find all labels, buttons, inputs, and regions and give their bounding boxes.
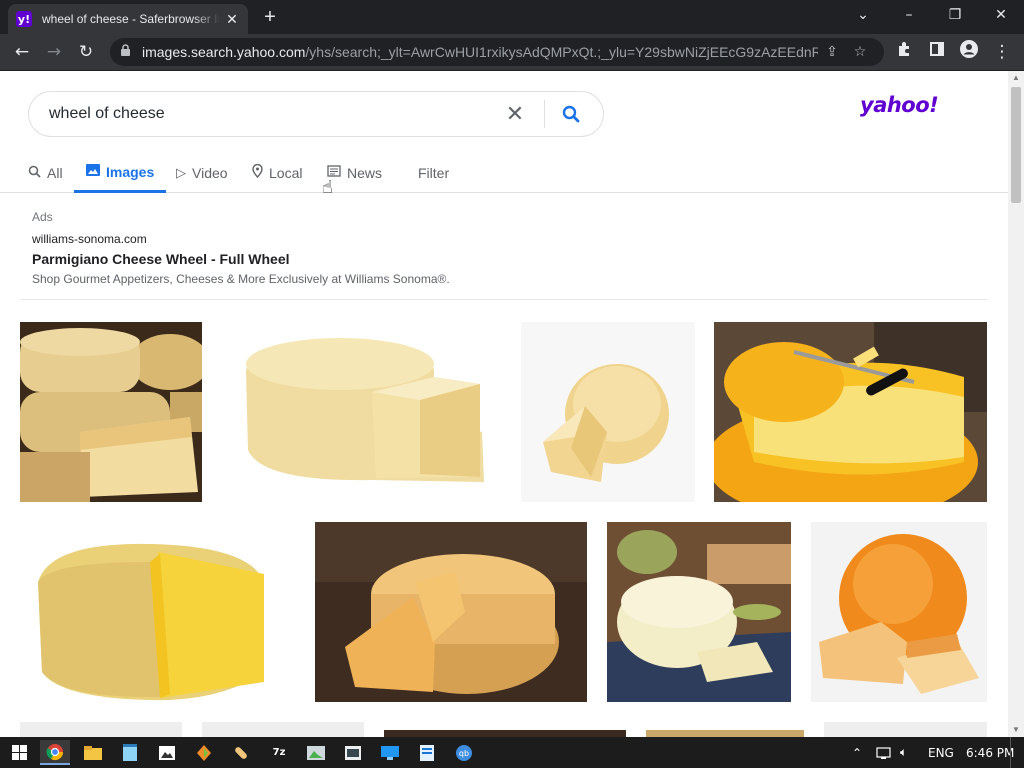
address-bar[interactable]: images.search.yahoo.com/yhs/search;_ylt=… xyxy=(110,38,884,66)
url-text[interactable]: images.search.yahoo.com/yhs/search;_ylt=… xyxy=(142,44,818,60)
tab-local-label: Local xyxy=(269,165,303,181)
minimize-button[interactable]: – xyxy=(886,4,932,28)
image-result[interactable] xyxy=(20,322,202,502)
image-result[interactable] xyxy=(646,730,804,737)
page-content: ✕ yahoo! All Images ▷ Video xyxy=(0,71,1008,737)
search-icon[interactable] xyxy=(559,102,583,126)
divider xyxy=(20,299,988,300)
hand-cursor-icon: ☝ xyxy=(322,177,333,198)
tab-news[interactable]: News xyxy=(327,153,382,193)
browser-tab[interactable]: y! wheel of cheese - Saferbrowser Ir ✕ xyxy=(8,4,248,34)
tab-strip: y! wheel of cheese - Saferbrowser Ir ✕ +… xyxy=(0,0,1024,34)
browser-toolbar: ← → ↻ images.search.yahoo.com/yhs/search… xyxy=(0,34,1024,71)
url-host: images.search.yahoo.com xyxy=(142,44,306,60)
extensions-puzzle-icon[interactable] xyxy=(892,40,918,66)
ad-title-link[interactable]: Parmigiano Cheese Wheel - Full Wheel xyxy=(32,251,988,267)
share-icon[interactable]: ⇪ xyxy=(818,44,846,60)
show-hidden-icons-chevron-icon[interactable]: ⌃ xyxy=(852,737,862,768)
tab-local[interactable]: Local xyxy=(252,153,302,193)
tab-all-label: All xyxy=(47,165,63,181)
image-result[interactable] xyxy=(811,522,987,702)
play-icon: ▷ xyxy=(176,165,186,181)
7zip-icon[interactable]: 7z xyxy=(264,740,294,765)
document-app-icon[interactable] xyxy=(412,740,442,765)
monitor-app-icon[interactable] xyxy=(375,740,405,765)
image-result[interactable] xyxy=(20,722,182,737)
pill-app-icon[interactable] xyxy=(226,740,256,765)
scroll-up-arrow-icon[interactable]: ▲ xyxy=(1008,71,1024,85)
ads-label: Ads xyxy=(32,210,53,224)
image-result[interactable] xyxy=(521,322,695,502)
new-tab-button[interactable]: + xyxy=(258,6,282,28)
image-result[interactable] xyxy=(384,730,626,737)
reload-icon[interactable]: ↻ xyxy=(73,40,99,66)
svg-text:qb: qb xyxy=(459,749,469,758)
notepad-icon[interactable] xyxy=(115,740,145,765)
scrollbar-thumb[interactable] xyxy=(1011,87,1021,203)
location-icon xyxy=(252,163,263,182)
image-result[interactable] xyxy=(222,322,500,502)
tab-title: wheel of cheese - Saferbrowser Ir xyxy=(42,12,220,26)
image-result[interactable] xyxy=(315,522,587,702)
windows-taskbar: 7z qb ⌃ 🔈︎ ENG 6:46 PM xyxy=(0,737,1024,768)
image-result[interactable] xyxy=(824,722,987,737)
photos-icon[interactable] xyxy=(152,740,182,765)
search-icon xyxy=(28,165,41,182)
qbittorrent-icon[interactable]: qb xyxy=(449,740,479,765)
paint-app-icon[interactable] xyxy=(189,740,219,765)
image-viewer-icon[interactable] xyxy=(301,740,331,765)
side-panel-icon[interactable] xyxy=(924,40,950,66)
tab-filter-label: Filter xyxy=(418,165,450,181)
bookmark-star-icon[interactable]: ☆ xyxy=(846,44,874,60)
tab-video-label: Video xyxy=(192,165,228,181)
volume-icon[interactable]: 🔈︎ xyxy=(900,737,907,768)
close-window-button[interactable]: ✕ xyxy=(978,4,1024,28)
yahoo-logo[interactable]: yahoo! xyxy=(860,93,939,117)
lock-icon xyxy=(120,44,136,60)
file-explorer-icon[interactable] xyxy=(78,740,108,765)
close-tab-icon[interactable]: ✕ xyxy=(224,11,240,28)
windows-start-icon[interactable] xyxy=(4,740,34,765)
notifications-icon[interactable] xyxy=(1010,737,1020,768)
image-result[interactable] xyxy=(714,322,987,502)
network-icon[interactable] xyxy=(876,737,894,768)
tab-filter[interactable]: Filter xyxy=(418,153,449,193)
tab-images-label: Images xyxy=(106,163,155,180)
scrollbar[interactable]: ▲ ▼ xyxy=(1008,71,1024,737)
image-result[interactable] xyxy=(607,522,791,702)
forward-arrow-icon[interactable]: → xyxy=(41,40,67,66)
tab-news-label: News xyxy=(347,165,383,181)
image-result[interactable] xyxy=(20,522,296,702)
search-verticals: All Images ▷ Video Local News Filter xyxy=(0,153,1008,193)
ad-description: Shop Gourmet Appetizers, Cheeses & More … xyxy=(32,272,450,286)
url-path: /yhs/search;_ylt=AwrCwHUI1rxikysAdQMPxQt… xyxy=(305,44,818,60)
search-input[interactable] xyxy=(49,105,500,123)
profile-avatar-icon[interactable] xyxy=(956,40,982,66)
tab-all[interactable]: All xyxy=(28,153,63,193)
menu-kebab-icon[interactable]: ⋮ xyxy=(989,40,1015,66)
tab-search-chevron-icon[interactable]: ⌄ xyxy=(840,4,886,28)
sponsored-ad: Ads williams-sonoma.com Parmigiano Chees… xyxy=(32,210,988,286)
ad-domain[interactable]: williams-sonoma.com xyxy=(32,232,988,246)
chrome-taskbar-icon[interactable] xyxy=(40,740,70,765)
restore-button[interactable]: ❐ xyxy=(932,4,978,28)
image-icon xyxy=(86,163,100,180)
terminal-app-icon[interactable] xyxy=(338,740,368,765)
clear-search-icon[interactable]: ✕ xyxy=(500,102,530,127)
scroll-down-arrow-icon[interactable]: ▼ xyxy=(1008,723,1024,737)
clock[interactable]: 6:46 PM xyxy=(966,737,1014,768)
search-divider xyxy=(544,100,545,128)
browser-window: y! wheel of cheese - Saferbrowser Ir ✕ +… xyxy=(0,0,1024,768)
language-indicator[interactable]: ENG xyxy=(928,737,954,768)
search-box: ✕ xyxy=(28,91,604,137)
image-result[interactable] xyxy=(202,722,364,737)
tab-video[interactable]: ▷ Video xyxy=(176,153,228,193)
tab-images[interactable]: Images xyxy=(74,153,167,193)
yahoo-favicon-icon: y! xyxy=(16,11,32,27)
back-arrow-icon[interactable]: ← xyxy=(9,40,35,66)
